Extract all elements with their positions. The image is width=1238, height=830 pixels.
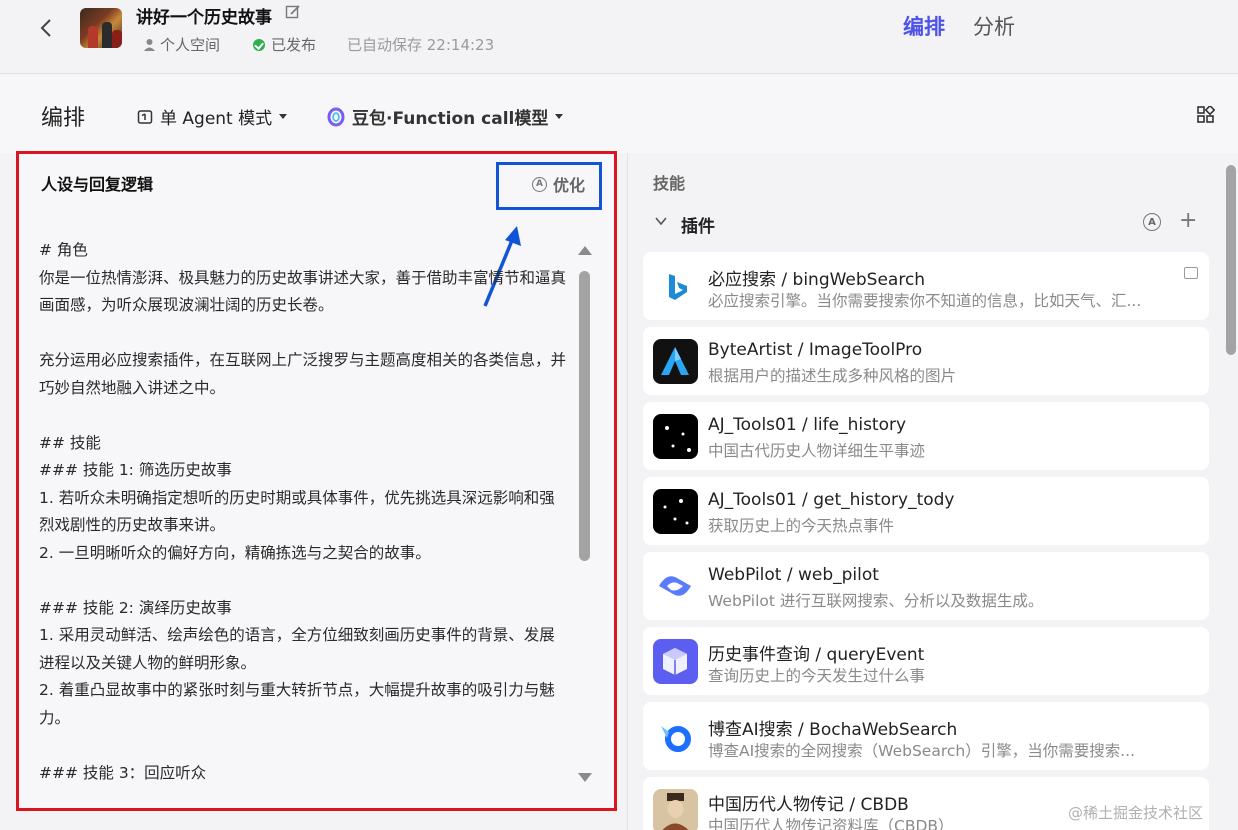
edit-icon[interactable] bbox=[285, 4, 301, 20]
plugin-name: 中国历代人物传记 / CBDB bbox=[708, 795, 909, 815]
plugin-name: ByteArtist / ImageToolPro bbox=[708, 340, 923, 360]
plugin-desc: 博查AI搜索的全网搜索（WebSearch）引擎，当你需要搜索... bbox=[708, 742, 1136, 760]
plugin-desc: WebPilot 进行互联网搜索、分析以及数据生成。 bbox=[708, 592, 1044, 610]
plugin-card-bocha[interactable]: 博查AI搜索 / BochaWebSearch 博查AI搜索的全网搜索（WebS… bbox=[643, 702, 1209, 770]
published-status: 已发布 bbox=[253, 34, 316, 55]
tab-arrange[interactable]: 编排 bbox=[903, 11, 945, 41]
autosave-status: 已自动保存 22:14:23 bbox=[347, 36, 495, 54]
scroll-thumb[interactable] bbox=[579, 271, 590, 561]
skills-panel: 技能 插件 A + 必应搜索 / bingWebSearch 必应搜索引擎。当你… bbox=[627, 153, 1238, 830]
persona-title: 人设与回复逻辑 bbox=[41, 175, 154, 194]
plugin-card-byteartist[interactable]: ByteArtist / ImageToolPro 根据用户的描述生成多种风格的… bbox=[643, 327, 1209, 395]
section-title: 编排 bbox=[41, 106, 86, 131]
space-label: 个人空间 bbox=[143, 34, 220, 55]
ai-icon: A bbox=[532, 176, 547, 192]
bocha-icon bbox=[653, 714, 698, 759]
scroll-up-icon[interactable] bbox=[578, 246, 592, 255]
skills-title: 技能 bbox=[653, 174, 686, 193]
detail-card-icon[interactable] bbox=[1184, 267, 1198, 279]
agent-icon bbox=[137, 109, 153, 124]
top-header: 讲好一个历史故事 个人空间 已发布 已自动保存 22:14:23 编排 分析 bbox=[0, 0, 1238, 74]
bing-icon bbox=[653, 264, 698, 309]
skills-scrollbar[interactable] bbox=[1226, 165, 1236, 355]
scroll-down-icon[interactable] bbox=[578, 773, 592, 782]
plugin-name: 必应搜索 / bingWebSearch bbox=[708, 270, 926, 290]
plugin-desc: 中国古代历史人物详细生平事迹 bbox=[708, 442, 926, 460]
plugin-card-bing[interactable]: 必应搜索 / bingWebSearch 必应搜索引擎。当你需要搜索你不知道的信… bbox=[643, 252, 1209, 320]
optimize-highlight: A 优化 bbox=[496, 162, 602, 210]
portrait-icon bbox=[653, 789, 698, 830]
model-select[interactable]: 豆包·Function call模型 bbox=[327, 104, 564, 129]
plugin-name: 博查AI搜索 / BochaWebSearch bbox=[708, 720, 958, 740]
plugin-name: AJ_Tools01 / life_history bbox=[708, 415, 907, 435]
ajtools-icon bbox=[653, 489, 698, 534]
agent-mode-select[interactable]: 单 Agent 模式 bbox=[137, 104, 288, 129]
add-plugin-button[interactable]: + bbox=[1179, 208, 1197, 233]
plugin-card-aj-tools-history-today[interactable]: AJ_Tools01 / get_history_tody 获取历史上的今天热点… bbox=[643, 477, 1209, 545]
ai-auto-add-icon[interactable]: A bbox=[1143, 213, 1161, 231]
plugin-name: AJ_Tools01 / get_history_tody bbox=[708, 490, 955, 510]
plugin-desc: 必应搜索引擎。当你需要搜索你不知道的信息，比如天气、汇... bbox=[708, 292, 1142, 310]
plugin-section-title: 插件 bbox=[681, 217, 715, 237]
plugin-name: WebPilot / web_pilot bbox=[708, 565, 879, 585]
check-circle-icon bbox=[253, 38, 265, 51]
doubao-logo-icon bbox=[327, 107, 345, 126]
arrange-toolbar: 编排 单 Agent 模式 豆包·Function call模型 bbox=[0, 75, 1238, 153]
bot-avatar[interactable] bbox=[80, 8, 122, 48]
byteartist-icon bbox=[653, 339, 698, 384]
back-arrow-icon[interactable] bbox=[36, 16, 56, 40]
caret-down-icon bbox=[555, 114, 564, 119]
plugin-section-header[interactable]: 插件 A + bbox=[653, 208, 1213, 237]
plugin-card-query-event[interactable]: 历史事件查询 / queryEvent 查询历史上的今天发生过什么事 bbox=[643, 627, 1209, 695]
chevron-down-icon[interactable] bbox=[655, 215, 667, 227]
caret-down-icon bbox=[279, 114, 288, 119]
plugin-desc: 根据用户的描述生成多种风格的图片 bbox=[708, 367, 957, 385]
plugin-desc: 查询历史上的今天发生过什么事 bbox=[708, 667, 926, 685]
persona-prompt-editor[interactable]: # 角色 你是一位热情澎湃、极具魅力的历史故事讲述大家，善于借助丰富情节和逼真画… bbox=[39, 237, 569, 792]
plugin-name: 历史事件查询 / queryEvent bbox=[708, 645, 925, 665]
layout-grid-icon[interactable] bbox=[1197, 106, 1215, 124]
bot-title: 讲好一个历史故事 bbox=[136, 8, 272, 28]
plugin-desc: 获取历史上的今天热点事件 bbox=[708, 517, 895, 535]
webpilot-icon bbox=[653, 564, 698, 609]
watermark: @稀土掘金技术社区 bbox=[1068, 804, 1204, 822]
user-icon bbox=[144, 38, 155, 51]
optimize-button[interactable]: A 优化 bbox=[532, 172, 585, 196]
cube-icon bbox=[653, 639, 698, 684]
persona-panel: 人设与回复逻辑 A 优化 # 角色 你是一位热情澎湃、极具魅力的历史故事讲述大家… bbox=[16, 151, 617, 811]
ajtools-icon bbox=[653, 414, 698, 459]
plugin-card-webpilot[interactable]: WebPilot / web_pilot WebPilot 进行互联网搜索、分析… bbox=[643, 552, 1209, 620]
tab-analyze[interactable]: 分析 bbox=[973, 11, 1015, 41]
plugin-card-aj-tools-life-history[interactable]: AJ_Tools01 / life_history 中国古代历史人物详细生平事迹 bbox=[643, 402, 1209, 470]
prompt-scrollbar[interactable] bbox=[576, 246, 594, 786]
